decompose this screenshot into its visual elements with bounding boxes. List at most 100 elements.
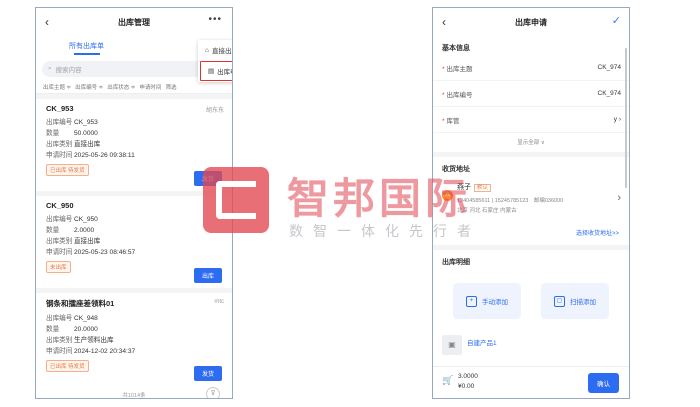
field-value: CK_974	[597, 90, 622, 97]
field-value: 2024-12-02 20:34:37	[74, 348, 136, 355]
more-icon[interactable]: •••	[208, 14, 222, 25]
column-header[interactable]: 出库状态 ≑	[107, 83, 135, 91]
section-title: 收货地址	[442, 166, 470, 173]
scan-add-button[interactable]: ▢ 扫描添加	[541, 283, 609, 319]
nav-bar: ‹ 出库管理 •••	[36, 8, 232, 36]
field-value: 直接出库	[74, 238, 101, 245]
ship-button[interactable]: 发货	[193, 171, 222, 186]
total-quantity: 3.0000	[458, 373, 478, 380]
scrollbar[interactable]	[625, 48, 627, 188]
field-label: 库管	[446, 117, 460, 125]
check-icon[interactable]: ✓	[612, 14, 621, 27]
recipient-name: 燕子	[457, 184, 471, 191]
section-title: 基本信息	[442, 45, 470, 52]
field-label: 数量	[46, 227, 60, 234]
card-title: CK_953	[46, 104, 74, 113]
document-icon: ▤	[208, 68, 215, 75]
page-title: 出库管理	[118, 17, 150, 27]
field-label: 出库编号	[46, 315, 73, 322]
column-header-row: 出库主题 ≑ 出库编号 ≑ 出库状态 ≑ 申请时间 筛选	[36, 80, 232, 94]
column-header[interactable]: 出库编号 ≑	[75, 83, 103, 91]
bottom-bar: 🛒 3.0000 ¥0.00 确认	[433, 366, 629, 398]
search-placeholder: 搜索内容	[55, 67, 82, 74]
field-value: 20.0000	[74, 326, 98, 333]
field-label: 申请时间	[46, 348, 73, 355]
field-label: 出库编号	[446, 91, 473, 99]
add-menu-dropdown: ⌂ 直接出库 ▤ 出库申请	[198, 40, 232, 82]
search-icon: ⌕	[48, 65, 52, 72]
default-tag: 默认	[474, 184, 492, 192]
status-badge: 已出库 待发货	[46, 164, 89, 176]
nav-bar: ‹ 出库申请 ✓	[433, 8, 629, 36]
cart-icon[interactable]: 🛒	[442, 375, 453, 386]
required-mark: *	[442, 91, 445, 99]
show-all-toggle[interactable]: 显示全部 ∨	[433, 133, 629, 152]
outbound-card[interactable]: CK_953 胡东东 出库编号 CK_953 数量 50.0000 出库类别 直接出库…	[36, 99, 232, 191]
field-value: 2025-05-23 08:46:57	[74, 249, 136, 256]
button-label: 手动添加	[482, 299, 508, 306]
field-value: CK_950	[74, 216, 98, 223]
direct-outbound-menu-item[interactable]: ⌂ 直接出库	[198, 40, 232, 60]
outbound-apply-screen: ‹ 出库申请 ✓ 基本信息 * 出库主题 CK_974 * 出库编号 CK_974 …	[432, 7, 630, 399]
menu-item-label: 出库申请	[217, 69, 232, 76]
field-label: 出库编号	[46, 216, 73, 223]
confirm-button[interactable]: 确认	[588, 373, 619, 393]
field-value: CK_953	[74, 119, 98, 126]
product-item[interactable]: ▣ 自建产品1	[433, 331, 629, 361]
number-field[interactable]: * 出库编号 CK_974	[433, 81, 629, 107]
card-owner: mtc	[214, 299, 224, 305]
total-count: 共1014条	[122, 393, 146, 399]
field-label: 申请时间	[46, 249, 73, 256]
section-title: 出库明细	[442, 259, 470, 266]
scan-icon: ▢	[554, 295, 565, 307]
filter-button[interactable]: 筛选	[165, 83, 176, 91]
add-buttons: + 手动添加 ▢ 扫描添加	[433, 269, 629, 331]
recipient-phones: 13404585611 | 15245785123 邮编036000	[457, 198, 564, 204]
subject-field[interactable]: * 出库主题 CK_974	[433, 55, 629, 81]
basic-info-section: 基本信息 * 出库主题 CK_974 * 出库编号 CK_974 * 库管 y › 显…	[433, 36, 629, 152]
active-tab-indicator	[74, 53, 100, 55]
back-icon[interactable]: ‹	[45, 15, 49, 29]
product-image-icon: ▣	[442, 335, 462, 355]
card-title: CK_950	[46, 201, 74, 210]
field-label: 出库类别	[46, 238, 73, 245]
field-label: 出库主题	[446, 65, 473, 73]
ship-button[interactable]: 发货	[193, 366, 222, 381]
address-card[interactable]: A 燕子 默认 13404585611 | 15245785123 邮编03600…	[433, 176, 629, 226]
page-title: 出库申请	[515, 17, 547, 27]
recipient-location: 北京 河北 石家庄 内蒙古	[457, 208, 517, 214]
back-icon[interactable]: ‹	[442, 15, 446, 29]
field-value: 2025-05-26 09:38:11	[74, 152, 135, 159]
required-mark: *	[442, 65, 445, 73]
field-label: 数量	[46, 326, 60, 333]
field-value: 直接出库	[74, 141, 101, 148]
total-amount: ¥0.00	[458, 383, 475, 390]
tab-all-outbound[interactable]: 所有出库单	[69, 41, 104, 51]
outbound-button[interactable]: 出库	[193, 268, 222, 283]
button-label: 扫描添加	[570, 299, 596, 306]
filter-float-icon[interactable]: ⊽	[206, 387, 220, 398]
hand-icon: +	[466, 295, 477, 307]
warehouse-keeper-field[interactable]: * 库管 y ›	[433, 107, 629, 133]
field-label: 数量	[46, 130, 60, 137]
outbound-icon: ⌂	[205, 46, 209, 54]
column-header[interactable]: 申请时间	[139, 83, 161, 91]
manual-add-button[interactable]: + 手动添加	[453, 283, 521, 319]
field-label: 申请时间	[46, 152, 73, 159]
field-value: 生产领料出库	[74, 337, 114, 344]
column-header[interactable]: 出库主题 ≑	[43, 83, 71, 91]
outbound-management-screen: ‹ 出库管理 ••• 所有出库单 ⌕ 搜索内容 出库主题 ≑ 出库编号 ≑ 出库…	[35, 7, 233, 399]
status-badge: 已出库 待发货	[46, 360, 89, 372]
avatar: A	[442, 190, 453, 201]
outbound-apply-menu-item[interactable]: ▤ 出库申请	[200, 61, 232, 81]
field-value: 2.0000	[74, 227, 95, 234]
field-value: y ›	[613, 116, 621, 123]
field-label: 出库编号	[46, 119, 73, 126]
menu-item-label: 直接出库	[211, 48, 232, 55]
status-badge: 未出库	[46, 261, 71, 273]
outbound-card[interactable]: CK_950 出库编号 CK_950 数量 2.0000 出库类别 直接出库 申请时间…	[36, 196, 232, 288]
outbound-card[interactable]: 钢条和擂座差领料01 mtc 出库编号 CK_948 数量 20.0000 出库类别…	[36, 293, 232, 399]
address-section: 收货地址 A 燕子 默认 13404585611 | 15245785123 邮编…	[433, 157, 629, 245]
product-name: 自建产品1	[467, 340, 497, 347]
choose-address-link[interactable]: 选择收货地址>>	[433, 226, 629, 245]
